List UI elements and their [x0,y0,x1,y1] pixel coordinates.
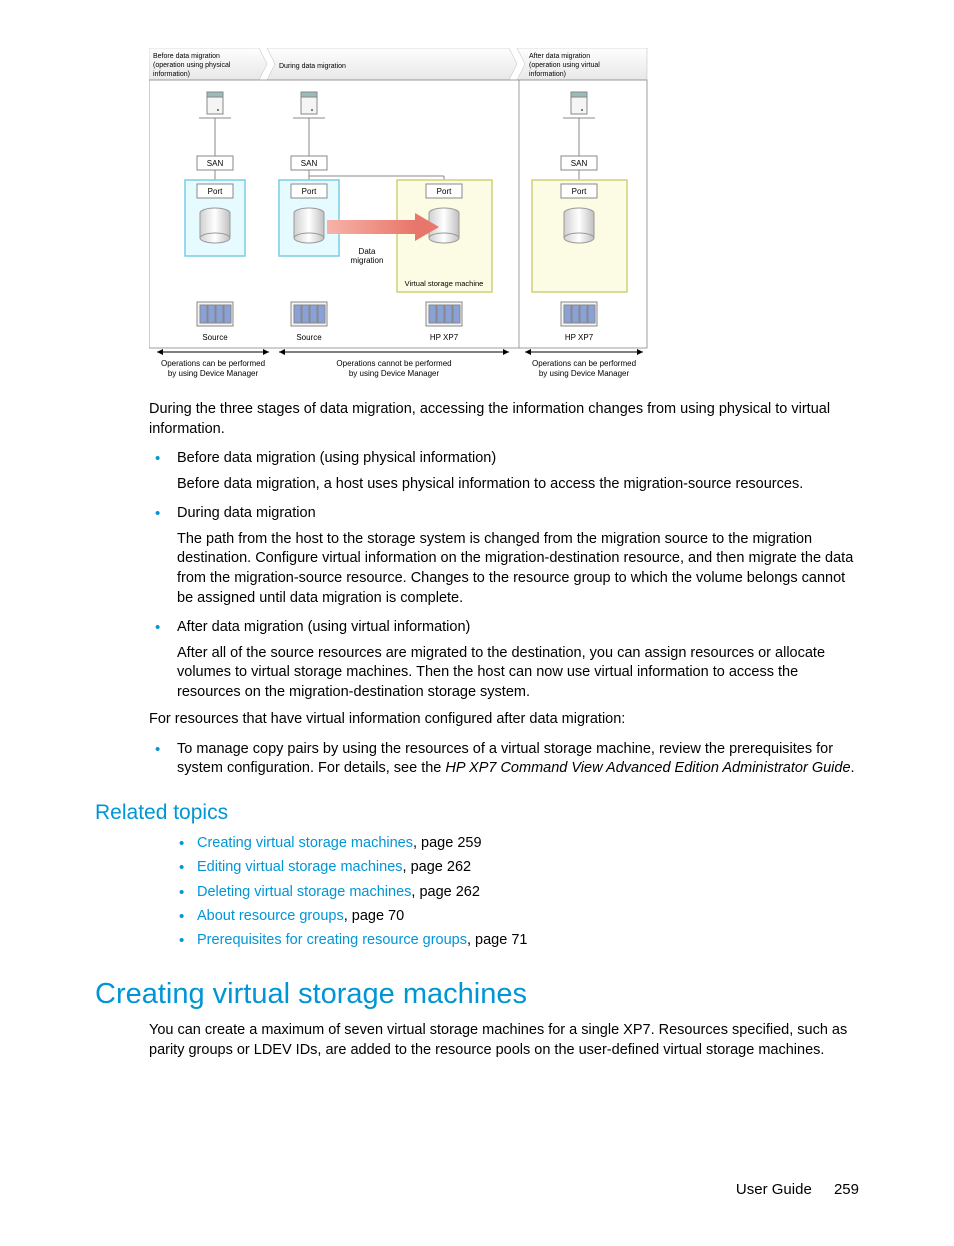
storage-cylinder-icon [200,208,230,243]
related-suffix: , page 262 [411,884,480,900]
related-topics-list: Creating virtual storage machines, page … [177,833,859,950]
bullet-body-post: . [851,760,855,776]
diagram-xp7-label: HP XP7 [430,333,459,342]
svg-text:Port: Port [302,187,317,196]
diagram-header-after: After data migration [529,53,590,60]
svg-text:by using Device Manager: by using Device Manager [349,369,440,378]
diagram-header-before: Before data migration [153,53,220,60]
post-list: To manage copy pairs by using the resour… [149,740,859,779]
diagram-data-migration-label: Data [359,247,376,256]
section-body: You can create a maximum of seven virtua… [149,1021,859,1060]
svg-text:Port: Port [572,187,587,196]
svg-text:Source: Source [296,333,322,342]
page-footer: User Guide 259 [95,1181,859,1198]
footer-label: User Guide [736,1181,812,1198]
svg-text:migration: migration [351,256,384,265]
diagram-header-during: During data migration [279,63,346,70]
list-item: About resource groups, page 70 [177,906,859,926]
related-link[interactable]: Editing virtual storage machines [197,859,403,875]
bullet-body: The path from the host to the storage sy… [177,530,859,608]
svg-text:SAN: SAN [571,159,588,168]
svg-text:Port: Port [208,187,223,196]
storage-array-icon [197,302,233,326]
svg-text:information): information) [153,71,190,78]
bullet-body-italic: HP XP7 Command View Advanced Edition Adm… [445,760,850,776]
diagram-caption-left: Operations can be performed [161,359,265,368]
related-link[interactable]: Prerequisites for creating resource grou… [197,932,467,948]
list-item: Prerequisites for creating resource grou… [177,930,859,950]
bullet-title: During data migration [177,505,316,521]
svg-text:(operation using virtual: (operation using virtual [529,62,600,69]
list-item: Creating virtual storage machines, page … [177,833,859,853]
svg-text:information): information) [529,71,566,78]
migration-diagram: Before data migration (operation using p… [149,48,649,388]
footer-page-number: 259 [834,1181,859,1198]
migration-stages-list: Before data migration (using physical in… [149,449,859,702]
related-suffix: , page 262 [403,859,472,875]
related-link[interactable]: About resource groups [197,908,344,924]
section-heading: Creating virtual storage machines [95,978,859,1011]
bullet-title: After data migration (using virtual info… [177,619,470,635]
svg-text:by using Device Manager: by using Device Manager [168,369,259,378]
related-suffix: , page 70 [344,908,404,924]
svg-text:SAN: SAN [301,159,318,168]
bullet-body: After all of the source resources are mi… [177,644,859,703]
list-item: Before data migration (using physical in… [149,449,859,494]
post-list-paragraph: For resources that have virtual informat… [149,710,859,730]
list-item: Editing virtual storage machines, page 2… [177,857,859,877]
diagram-vsm-label: Virtual storage machine [405,279,484,288]
intro-paragraph: During the three stages of data migratio… [149,400,859,439]
svg-text:by using Device Manager: by using Device Manager [539,369,630,378]
related-suffix: , page 259 [413,835,482,851]
list-item: During data migration The path from the … [149,504,859,608]
server-icon [207,92,223,114]
diagram-source-label: Source [202,333,228,342]
diagram-san-label: SAN [207,159,224,168]
related-topics-heading: Related topics [95,801,859,825]
diagram-caption-right: Operations can be performed [532,359,636,368]
svg-text:(operation using physical: (operation using physical [153,62,231,69]
related-link[interactable]: Creating virtual storage machines [197,835,413,851]
svg-text:Port: Port [437,187,452,196]
list-item: After data migration (using virtual info… [149,618,859,702]
bullet-body: Before data migration, a host uses physi… [177,475,859,495]
related-suffix: , page 71 [467,932,527,948]
diagram-caption-center: Operations cannot be performed [336,359,451,368]
list-item: To manage copy pairs by using the resour… [149,740,859,779]
related-link[interactable]: Deleting virtual storage machines [197,884,411,900]
list-item: Deleting virtual storage machines, page … [177,882,859,902]
bullet-title: Before data migration (using physical in… [177,450,496,466]
svg-text:HP XP7: HP XP7 [565,333,594,342]
